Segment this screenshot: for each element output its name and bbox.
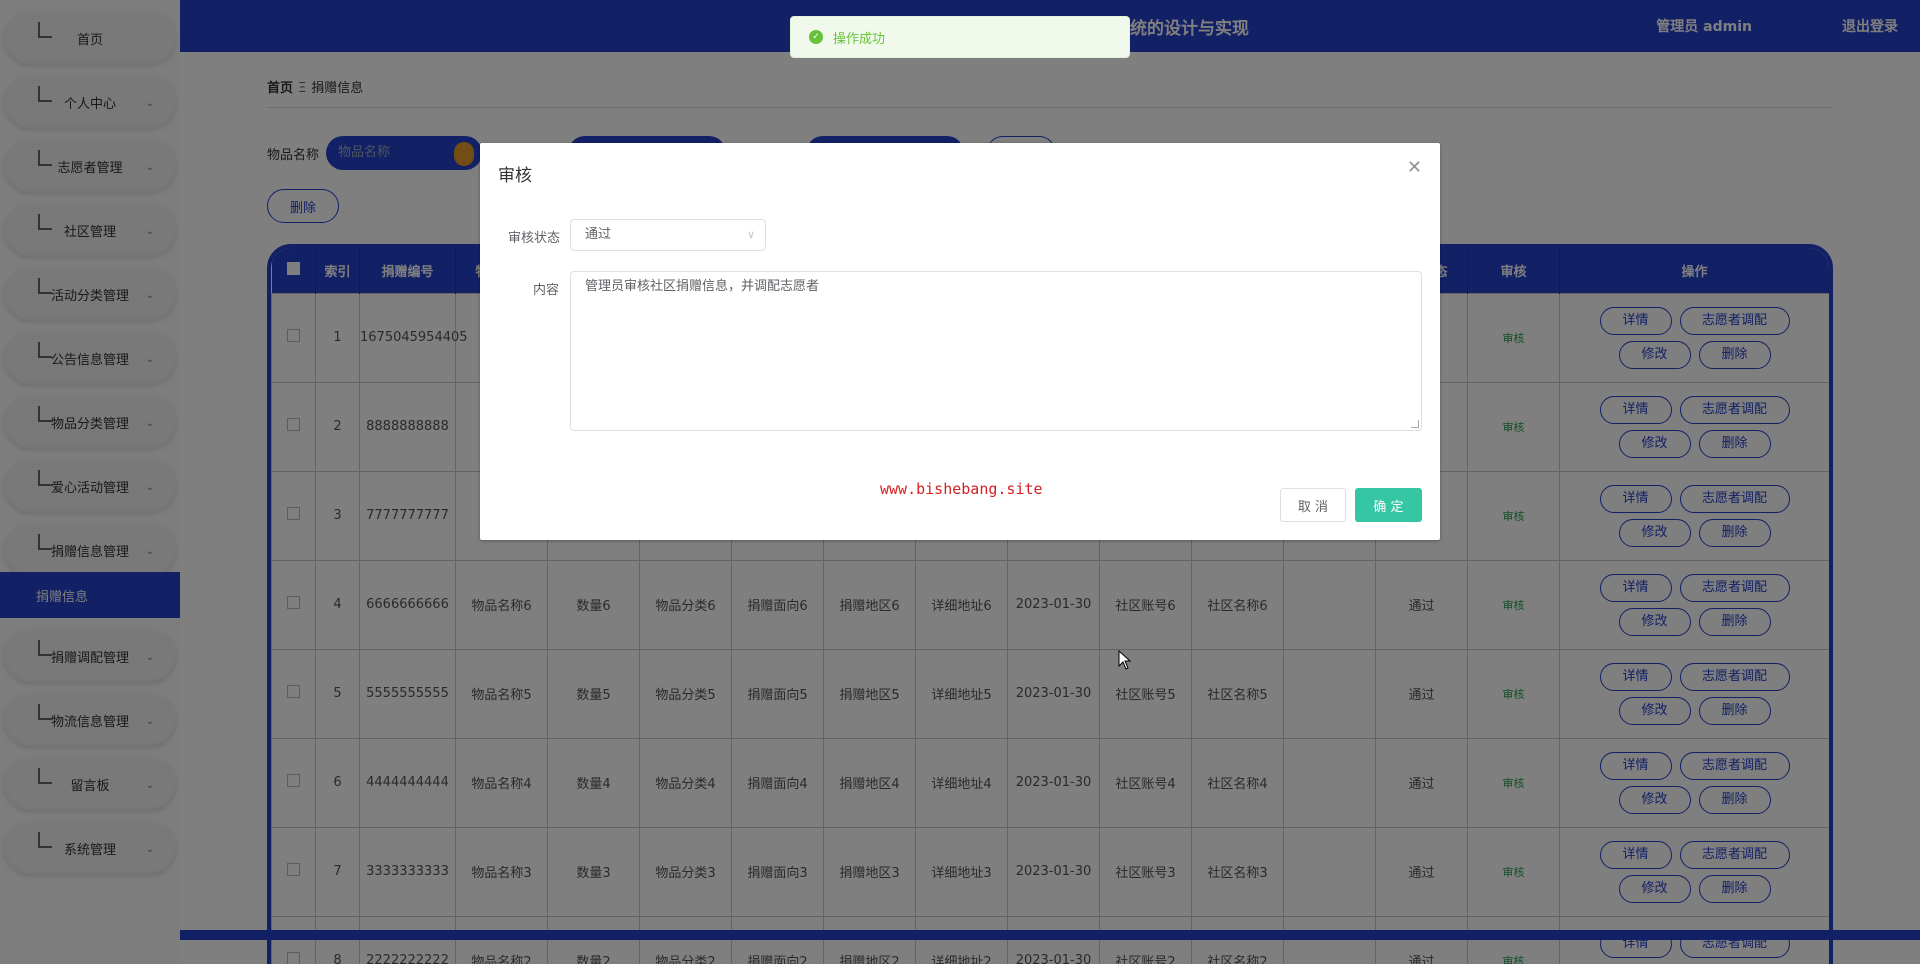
watermark: www.bishebang.site: [880, 480, 1043, 498]
success-toast: ✓ 操作成功: [790, 16, 1130, 58]
mouse-cursor-icon: [1118, 650, 1132, 670]
confirm-button[interactable]: 确 定: [1355, 488, 1422, 522]
content-textarea[interactable]: 管理员审核社区捐赠信息，并调配志愿者: [570, 271, 1422, 431]
status-select-value: 通过: [585, 227, 612, 242]
resize-handle-icon[interactable]: [1411, 420, 1419, 428]
content-text: 管理员审核社区捐赠信息，并调配志愿者: [585, 279, 820, 294]
status-label: 审核状态: [508, 231, 561, 246]
cancel-button[interactable]: 取 消: [1280, 488, 1346, 522]
audit-dialog: 审核 ✕ 审核状态 通过 ∨ 内容 管理员审核社区捐赠信息，并调配志愿者 www…: [480, 143, 1440, 540]
check-circle-icon: ✓: [809, 30, 823, 44]
content-label: 内容: [533, 283, 560, 298]
close-icon[interactable]: ✕: [1407, 157, 1422, 178]
chevron-down-icon: ∨: [746, 228, 755, 241]
status-select[interactable]: 通过 ∨: [570, 219, 766, 251]
toast-message: 操作成功: [833, 31, 886, 47]
dialog-title: 审核: [498, 166, 532, 186]
